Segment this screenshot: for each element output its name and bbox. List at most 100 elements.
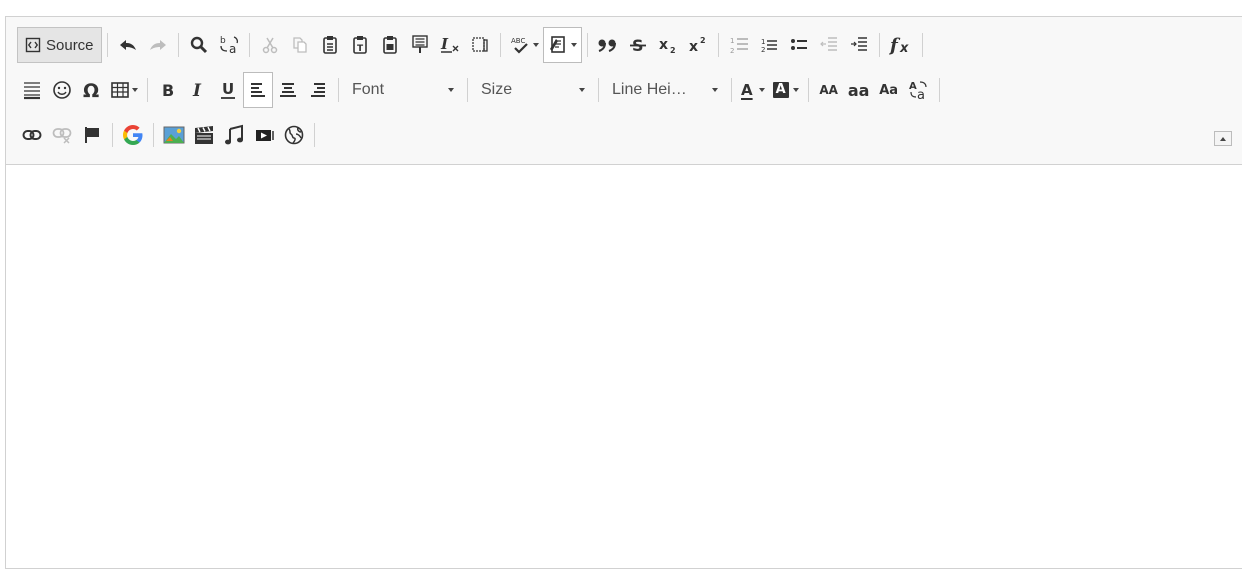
emoji-button[interactable] <box>47 72 77 108</box>
anchor-button[interactable] <box>77 117 107 153</box>
special-char-button[interactable]: Ω <box>77 72 107 108</box>
align-center-button[interactable] <box>273 72 303 108</box>
table-button[interactable] <box>107 72 142 108</box>
bulleted-list-icon <box>790 39 807 50</box>
globe-icon <box>284 125 304 145</box>
smiley-icon <box>53 81 71 99</box>
youtube-button[interactable] <box>249 117 279 153</box>
superscript-button[interactable]: x2 <box>683 27 713 63</box>
replace-button[interactable]: ba <box>214 27 244 63</box>
select-all-button[interactable] <box>465 27 495 63</box>
toolbar-row-1: Source ba T I ABC S x 2 x 2 1 2 1 2 f x <box>17 27 928 63</box>
cut-button[interactable] <box>255 27 285 63</box>
function-icon: fx <box>889 35 909 55</box>
clipboard-word-icon <box>382 36 397 54</box>
increase-indent-button[interactable] <box>844 27 874 63</box>
bulleted-list-button[interactable] <box>784 27 814 63</box>
size-combo[interactable]: Size <box>473 72 593 108</box>
dropdown-arrow-icon <box>579 88 585 92</box>
separator <box>153 123 154 147</box>
copy-button[interactable] <box>285 27 315 63</box>
bold-icon: B <box>162 81 174 99</box>
image-button[interactable] <box>159 117 189 153</box>
source-icon <box>25 37 41 53</box>
transform-case-button[interactable]: Aa <box>904 72 934 108</box>
horizontal-rule-button[interactable] <box>17 72 47 108</box>
undo-button[interactable] <box>113 27 143 63</box>
lowercase-button[interactable]: aa <box>844 72 874 108</box>
editor-content-area[interactable] <box>6 165 1242 568</box>
omega-icon: Ω <box>83 80 99 100</box>
svg-text:a: a <box>229 42 236 55</box>
paste-word-button[interactable] <box>375 27 405 63</box>
italic-button[interactable]: I <box>183 72 213 108</box>
rich-text-editor: Source ba T I ABC S x 2 x 2 1 2 1 2 f x … <box>5 16 1242 569</box>
link-button[interactable] <box>17 117 47 153</box>
templates-button[interactable] <box>542 27 582 63</box>
font-combo[interactable]: Font <box>344 72 462 108</box>
lowercase-icon: aa <box>847 80 870 100</box>
uppercase-icon: AA <box>819 83 838 97</box>
separator <box>248 33 250 57</box>
google-button[interactable] <box>118 117 148 153</box>
find-button[interactable] <box>184 27 214 63</box>
font-color-button[interactable]: A <box>737 72 769 108</box>
blockquote-button[interactable] <box>593 27 623 63</box>
editor-toolbar: Source ba T I ABC S x 2 x 2 1 2 1 2 f x … <box>6 17 1242 165</box>
source-button[interactable]: Source <box>17 27 102 63</box>
format-painter-button[interactable] <box>405 27 435 63</box>
capitalize-button[interactable]: Aa <box>874 72 904 108</box>
underline-button[interactable]: U <box>213 72 243 108</box>
svg-text:U: U <box>222 81 234 98</box>
bg-color-button[interactable]: A <box>769 72 803 108</box>
iframe-button[interactable] <box>279 117 309 153</box>
separator <box>807 78 809 102</box>
unlink-button[interactable] <box>47 117 77 153</box>
subscript-button[interactable]: x2 <box>653 27 683 63</box>
clipboard-icon <box>322 36 337 54</box>
line-height-combo-label: Line Hei… <box>612 81 687 98</box>
clipboard-text-icon: T <box>352 36 367 54</box>
remove-format-button[interactable]: I <box>435 27 465 63</box>
capitalize-icon: Aa <box>879 82 899 98</box>
strikethrough-icon: S <box>629 36 646 54</box>
dropdown-arrow-icon <box>532 43 539 47</box>
source-label: Source <box>46 36 94 54</box>
align-right-icon <box>311 83 325 97</box>
numbered-list-button[interactable]: 12 <box>754 27 784 63</box>
collapse-toolbar-button[interactable] <box>1214 131 1232 146</box>
align-left-button[interactable] <box>243 72 273 108</box>
case-transform-icon: Aa <box>909 81 927 101</box>
google-icon <box>123 125 143 145</box>
paint-brush-icon <box>411 35 428 53</box>
separator <box>314 123 315 147</box>
separator <box>717 33 719 57</box>
strikethrough-button[interactable]: S <box>623 27 653 63</box>
svg-text:2: 2 <box>761 46 765 54</box>
paste-button[interactable] <box>315 27 345 63</box>
numbered-list-style-button[interactable]: 12 <box>724 27 754 63</box>
image-icon <box>163 126 185 144</box>
line-height-combo[interactable]: Line Hei… <box>604 72 726 108</box>
bold-button[interactable]: B <box>153 72 183 108</box>
separator <box>177 33 179 57</box>
align-center-icon <box>280 83 296 97</box>
svg-text:1: 1 <box>730 37 734 45</box>
svg-text:T: T <box>357 44 364 54</box>
uppercase-button[interactable]: AA <box>814 72 844 108</box>
align-right-button[interactable] <box>303 72 333 108</box>
separator <box>938 78 940 102</box>
redo-button[interactable] <box>143 27 173 63</box>
paste-text-button[interactable]: T <box>345 27 375 63</box>
formula-button[interactable]: fx <box>885 27 917 63</box>
outdent-icon <box>819 37 837 51</box>
numbered-list-alt-icon: 12 <box>730 37 748 55</box>
svg-text:I: I <box>192 81 202 99</box>
audio-button[interactable] <box>219 117 249 153</box>
replace-icon: ba <box>220 36 238 55</box>
dropdown-arrow-icon <box>712 88 718 92</box>
search-icon <box>190 36 207 54</box>
decrease-indent-button[interactable] <box>814 27 844 63</box>
video-button[interactable] <box>189 117 219 153</box>
spellcheck-button[interactable]: ABC <box>506 27 543 63</box>
